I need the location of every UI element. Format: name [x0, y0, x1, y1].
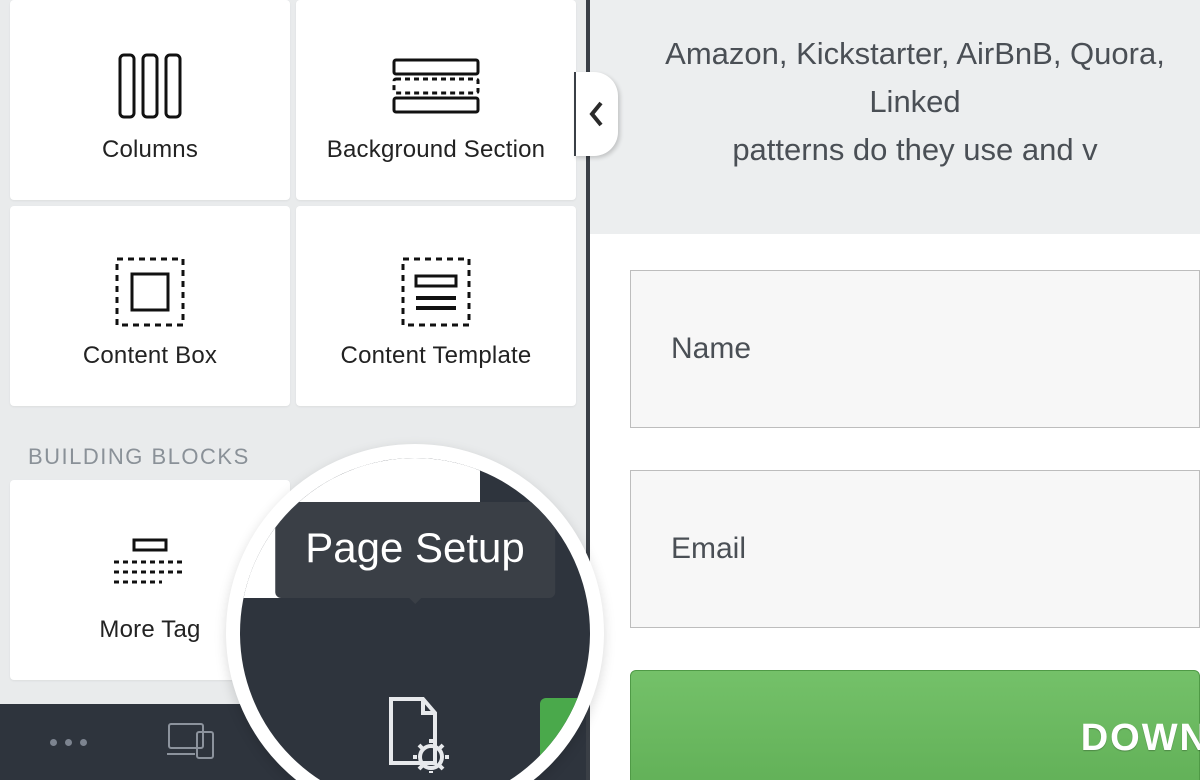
tile-label: Background Section [327, 136, 545, 164]
tile-columns[interactable]: Columns [10, 0, 290, 200]
tile-label: Content Box [83, 342, 217, 370]
background-section-icon [392, 36, 480, 136]
content-template-icon [400, 242, 472, 342]
zoom-magnifier: Page Setup [226, 444, 604, 780]
signup-form: Name Email DOWN [590, 234, 1200, 780]
hero-line-1: Amazon, Kickstarter, AirBnB, Quora, Link… [630, 30, 1200, 126]
content-box-icon [114, 242, 186, 342]
more-options-icon[interactable] [50, 739, 87, 746]
collapse-sidebar-button[interactable] [574, 72, 618, 156]
tile-label: Content Template [341, 342, 532, 370]
name-placeholder: Name [671, 332, 751, 366]
tile-label: Columns [102, 136, 198, 164]
tile-content-box[interactable]: Content Box [10, 206, 290, 406]
download-button[interactable]: DOWN [630, 670, 1200, 780]
hero-line-2: patterns do they use and v [630, 126, 1200, 174]
page-preview: Amazon, Kickstarter, AirBnB, Quora, Link… [590, 0, 1200, 780]
email-placeholder: Email [671, 532, 746, 566]
email-field[interactable]: Email [630, 470, 1200, 628]
page-setup-tooltip: Page Setup [275, 502, 555, 598]
elements-sidebar: Columns Background Section Content Box [0, 0, 590, 780]
tooltip-label: Page Setup [305, 524, 525, 571]
tile-background-section[interactable]: Background Section [296, 0, 576, 200]
page-setup-icon[interactable] [379, 693, 451, 778]
tile-label: More Tag [99, 616, 200, 644]
hero-text: Amazon, Kickstarter, AirBnB, Quora, Link… [590, 0, 1200, 234]
download-button-label: DOWN [1081, 717, 1200, 760]
responsive-preview-icon[interactable] [167, 720, 217, 765]
name-field[interactable]: Name [630, 270, 1200, 428]
more-tag-icon [110, 516, 190, 616]
columns-icon [116, 36, 184, 136]
tile-content-template[interactable]: Content Template [296, 206, 576, 406]
element-tiles: Columns Background Section Content Box [0, 0, 586, 406]
